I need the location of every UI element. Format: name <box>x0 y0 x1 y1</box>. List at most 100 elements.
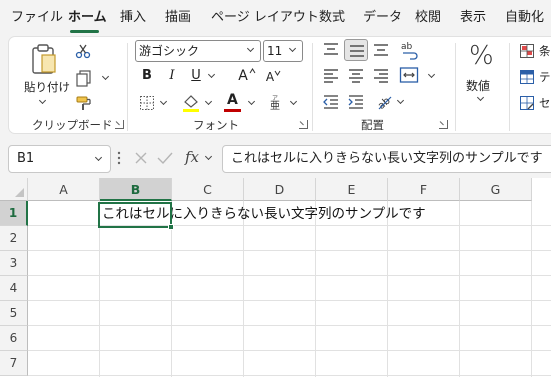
tab-review[interactable]: 校閲 <box>415 9 441 27</box>
paste-label: 貼り付け <box>24 80 70 94</box>
underline-chevron-icon[interactable] <box>207 70 216 79</box>
tab-view[interactable]: 表示 <box>460 9 486 27</box>
name-box[interactable]: B1 <box>8 145 111 173</box>
column-header-a[interactable]: A <box>28 178 100 201</box>
tab-data[interactable]: データ <box>363 9 402 27</box>
conditional-formatting-label[interactable]: 条 <box>539 43 551 59</box>
cell-styles-label[interactable]: セ <box>539 95 551 111</box>
align-top-icon[interactable] <box>322 42 340 58</box>
gridline <box>28 300 551 301</box>
row-header-5[interactable]: 5 <box>0 301 28 326</box>
row-header-3[interactable]: 3 <box>0 251 28 276</box>
orientation-icon[interactable]: ab <box>375 92 395 112</box>
tab-draw[interactable]: 描画 <box>165 9 191 27</box>
borders-chevron-icon[interactable] <box>159 97 168 106</box>
column-header-b[interactable]: B <box>100 178 172 201</box>
more-options-icon[interactable] <box>117 151 121 165</box>
row-header-7[interactable]: 7 <box>0 351 28 376</box>
copy-icon[interactable] <box>75 69 93 87</box>
column-header-c[interactable]: C <box>172 178 244 201</box>
alignment-launcher-icon[interactable] <box>439 120 448 129</box>
font-name-combo[interactable]: 游ゴシック <box>135 40 261 62</box>
bold-button[interactable]: B <box>136 65 158 87</box>
paste-dropdown-chevron-icon[interactable] <box>38 96 47 105</box>
tab-formulas[interactable]: 数式 <box>319 9 345 27</box>
font-color-chevron-icon[interactable] <box>247 97 256 106</box>
name-box-value: B1 <box>17 151 35 166</box>
merge-center-icon[interactable] <box>399 66 419 84</box>
font-size-combo[interactable]: 11 <box>263 40 303 62</box>
format-painter-icon[interactable] <box>75 94 93 112</box>
row-header-4[interactable]: 4 <box>0 276 28 301</box>
format-as-table-icon[interactable] <box>519 69 535 85</box>
tab-file[interactable]: ファイル <box>11 9 63 27</box>
column-header-d[interactable]: D <box>244 178 316 201</box>
borders-icon[interactable] <box>139 95 155 111</box>
tab-automate[interactable]: 自動化 <box>505 9 544 27</box>
gridline <box>28 325 551 326</box>
group-divider <box>509 43 510 131</box>
select-all-button[interactable] <box>0 178 28 201</box>
font-size-value: 11 <box>267 44 283 58</box>
increase-arrow-icon <box>249 68 256 74</box>
row-header-1[interactable]: 1 <box>0 201 28 226</box>
fill-handle[interactable] <box>168 224 174 230</box>
confirm-entry-icon[interactable] <box>157 151 173 165</box>
group-divider <box>127 43 128 131</box>
row-header-6[interactable]: 6 <box>0 326 28 351</box>
font-group-label: フォント <box>193 118 239 132</box>
font-name-value: 游ゴシック <box>139 44 200 58</box>
font-color-button[interactable]: A <box>223 92 243 114</box>
percent-icon: % <box>469 41 494 71</box>
align-left-icon[interactable] <box>322 68 340 84</box>
column-header-e[interactable]: E <box>316 178 388 201</box>
ribbon-panel: 貼り付け クリップボード 游ゴシック 11 B I U A A A ア 亜 フォ… <box>8 36 551 134</box>
fill-color-icon[interactable] <box>181 93 201 113</box>
tab-home[interactable]: ホーム <box>68 9 107 27</box>
align-middle-icon <box>350 45 364 57</box>
number-format-button[interactable]: % 数値 <box>461 41 501 107</box>
tab-page-layout[interactable]: ページ レイアウト <box>211 9 319 27</box>
cut-icon[interactable] <box>75 43 91 59</box>
align-middle-button[interactable] <box>344 39 368 61</box>
alignment-group-label: 配置 <box>361 118 384 132</box>
font-launcher-icon[interactable] <box>299 120 308 129</box>
insert-function-icon[interactable]: fx <box>185 148 199 166</box>
font-size-chevron-icon[interactable] <box>288 44 297 53</box>
orientation-chevron-icon[interactable] <box>396 96 405 105</box>
italic-button[interactable]: I <box>161 65 183 87</box>
svg-text:亜: 亜 <box>270 101 280 111</box>
phonetic-guide-icon[interactable]: ア 亜 <box>267 93 285 111</box>
copy-dropdown-chevron-icon[interactable] <box>101 72 110 81</box>
underline-button[interactable]: U <box>185 65 207 87</box>
worksheet-grid[interactable]: A B C D E F G 1 2 3 4 5 6 7 これはセルに入りきらない… <box>0 178 551 377</box>
font-name-chevron-icon[interactable] <box>246 44 255 53</box>
column-header-f[interactable]: F <box>388 178 460 201</box>
column-header-g[interactable]: G <box>460 178 532 201</box>
align-center-icon[interactable] <box>347 68 365 84</box>
ribbon-tab-bar: ファイル ホーム 挿入 描画 ページ レイアウト 数式 データ 校閲 表示 自動… <box>0 0 551 36</box>
active-cell-b1[interactable] <box>98 202 172 228</box>
merge-chevron-icon[interactable] <box>427 70 436 79</box>
align-right-icon[interactable] <box>372 68 390 84</box>
formula-bar: B1 fx これはセルに入りきらない長い文字列のサンプルです <box>0 140 551 176</box>
clipboard-launcher-icon[interactable] <box>115 120 124 129</box>
wrap-text-icon[interactable]: ab <box>400 40 420 60</box>
increase-indent-icon[interactable] <box>347 94 365 110</box>
formula-input[interactable]: これはセルに入りきらない長い文字列のサンプルです <box>222 145 551 173</box>
conditional-formatting-icon[interactable] <box>519 43 535 59</box>
cancel-entry-icon[interactable] <box>134 151 148 165</box>
fx-chevron-icon[interactable] <box>204 152 213 161</box>
font-color-letter: A <box>227 92 238 108</box>
fill-color-chevron-icon[interactable] <box>204 97 213 106</box>
align-bottom-icon[interactable] <box>372 42 390 58</box>
number-chevron-icon[interactable] <box>476 93 485 102</box>
row-header-2[interactable]: 2 <box>0 226 28 251</box>
paste-button[interactable]: 貼り付け <box>21 41 70 111</box>
name-box-chevron-icon[interactable] <box>94 153 103 162</box>
tab-insert[interactable]: 挿入 <box>120 9 146 27</box>
cell-styles-icon[interactable] <box>519 95 535 111</box>
phonetic-chevron-icon[interactable] <box>289 97 298 106</box>
decrease-indent-icon[interactable] <box>322 94 340 110</box>
format-as-table-label[interactable]: テ <box>539 69 551 85</box>
